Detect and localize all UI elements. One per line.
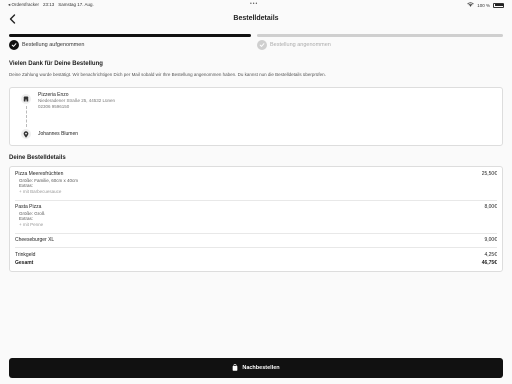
item-extras-label: Extras: xyxy=(19,183,34,188)
status-carrier[interactable]: ◂ Ordersfracker xyxy=(8,2,39,8)
item-price: 8,00€ xyxy=(484,204,497,210)
page-title: Bestelldetails xyxy=(233,15,279,22)
thanks-heading: Vielen Dank für Deine Bestellung xyxy=(9,61,103,67)
status-time: 23:13 xyxy=(43,2,55,7)
check-icon xyxy=(9,40,19,50)
status-date: Samstag 17. Aug. xyxy=(58,2,94,7)
item-price: 25,50€ xyxy=(481,171,497,177)
shopping-bag-icon xyxy=(232,363,238,373)
battery-percent: 100 % xyxy=(477,2,490,8)
item-size-label: Größe: xyxy=(19,177,34,183)
multitasking-dots[interactable]: ••• xyxy=(250,1,258,7)
progress-step-accepted: Bestellung angenommen xyxy=(257,40,331,50)
total-value: 46,75€ xyxy=(481,260,497,266)
navigation-bar: Bestelldetails xyxy=(0,10,512,30)
item-name: Cheeseburger XL xyxy=(15,237,55,243)
item-extras-label: Extras: xyxy=(19,216,34,221)
battery-fill xyxy=(494,4,504,6)
item-size: Größe: Familie, 60cm x 40cm xyxy=(15,178,497,183)
route-connector xyxy=(25,106,27,127)
divider xyxy=(15,247,497,248)
progress-step-label: Bestellung angenommen xyxy=(270,42,331,48)
status-bar: ◂ Ordersfracker 23:13 Samstag 17. Aug. •… xyxy=(0,0,512,10)
status-right: 100 % xyxy=(467,2,504,8)
store-icon xyxy=(21,94,31,104)
order-details-card: Pizza Meeresfrüchten 25,50€ Größe: Famil… xyxy=(9,166,503,272)
order-progress: Bestellung aufgenommen Bestellung angeno… xyxy=(9,34,503,54)
order-details-heading: Deine Bestelldetails xyxy=(9,155,66,161)
customer-name: Johannes Blumen xyxy=(38,131,79,137)
item-size-value: Familie, 60cm x 40cm xyxy=(34,177,79,183)
order-item: Cheeseburger XL 9,00€ xyxy=(15,237,497,243)
tip-label: Trinkgeld xyxy=(15,252,36,258)
item-size: Größe: Groß xyxy=(15,211,497,216)
item-size-value: Groß xyxy=(34,210,45,216)
total-row: Gesamt 46,75€ xyxy=(15,260,497,266)
item-price: 9,00€ xyxy=(484,237,497,243)
item-name: Pasta Pizza xyxy=(15,204,42,210)
reorder-label: Nachbestellen xyxy=(242,365,280,371)
item-extra: + mit Penne xyxy=(19,221,44,227)
progress-step-received: Bestellung aufgenommen xyxy=(9,40,84,50)
total-label: Gesamt xyxy=(15,260,34,266)
delivery-info-card: Pizzeria Enzo Niederadener Straße 25, 44… xyxy=(9,87,503,146)
divider xyxy=(15,233,497,234)
item-extra: + mit Barbecuesauce xyxy=(19,188,62,194)
tip-row: Trinkgeld 4,25€ xyxy=(15,252,497,258)
wifi-icon xyxy=(467,2,475,8)
restaurant-phone[interactable]: 02306 9596150 xyxy=(38,104,69,109)
tip-value: 4,25€ xyxy=(484,252,497,258)
progress-bar-step1 xyxy=(9,34,251,37)
battery-icon xyxy=(493,2,504,8)
restaurant-address: Niederadener Straße 25, 44532 Lünen xyxy=(38,98,116,103)
item-size-label: Größe: xyxy=(19,210,34,216)
order-item: Pasta Pizza 8,00€ Größe: Groß Extras: + … xyxy=(15,204,497,227)
check-icon xyxy=(257,40,267,50)
thanks-message: Deine Zahlung wurde bestätigt. Wir benac… xyxy=(9,72,326,77)
progress-bar-step2 xyxy=(257,34,503,37)
progress-step-label: Bestellung aufgenommen xyxy=(22,42,85,48)
order-item: Pizza Meeresfrüchten 25,50€ Größe: Famil… xyxy=(15,171,497,194)
location-pin-icon xyxy=(21,129,31,139)
item-name: Pizza Meeresfrüchten xyxy=(15,171,64,177)
divider xyxy=(15,200,497,201)
status-left: ◂ Ordersfracker 23:13 Samstag 17. Aug. xyxy=(8,2,94,8)
reorder-button[interactable]: Nachbestellen xyxy=(9,358,503,378)
